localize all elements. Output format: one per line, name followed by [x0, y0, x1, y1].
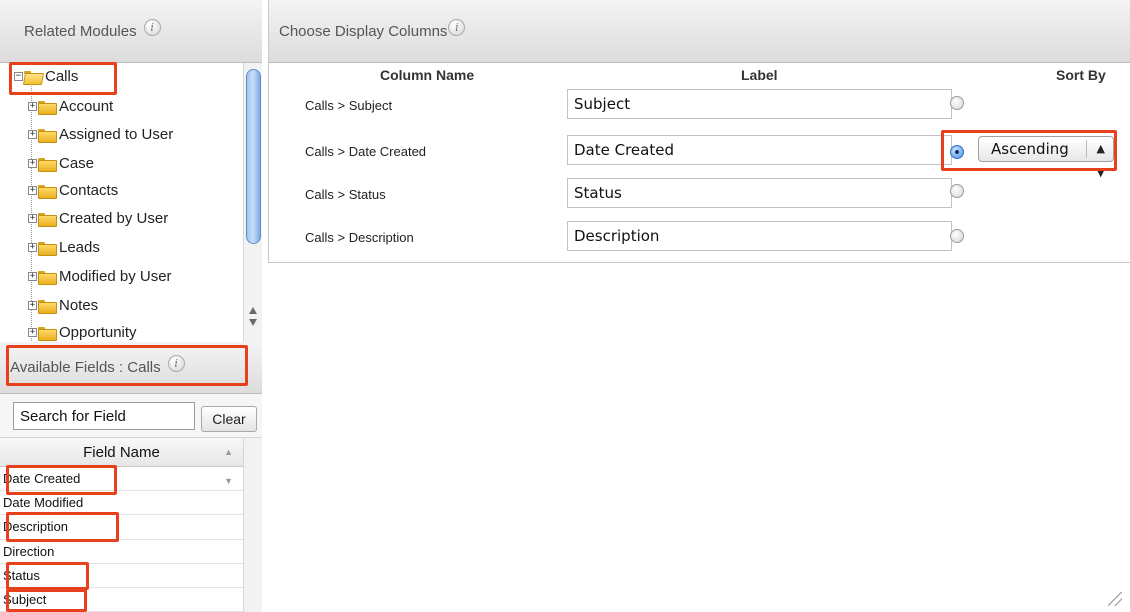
tree-item-case[interactable]: + Case: [28, 155, 94, 172]
sort-radio-description[interactable]: [950, 229, 964, 243]
clear-button[interactable]: Clear: [201, 406, 257, 432]
display-columns-title: Choose Display Columns: [279, 22, 448, 40]
expand-plus-icon[interactable]: +: [28, 102, 37, 111]
field-row-subject[interactable]: Subject: [0, 588, 243, 612]
tree-item-label: Assigned to User: [59, 126, 174, 143]
field-row-date-created[interactable]: Date Created: [0, 467, 243, 492]
tree-scrollbar[interactable]: [243, 63, 262, 342]
folder-icon: [38, 241, 57, 256]
info-icon[interactable]: i: [167, 355, 185, 372]
expand-plus-icon[interactable]: +: [28, 130, 37, 139]
folder-icon: [38, 128, 57, 143]
expand-plus-icon[interactable]: +: [28, 214, 37, 223]
available-fields-list: Field Name ▲ ▼ Date Created Date Modified…: [0, 438, 243, 612]
tree-item-label: Contacts: [59, 182, 119, 199]
sort-order-select[interactable]: Ascending ▲ ▼: [978, 136, 1114, 179]
right-pane: Choose Display Columns i Column Name Lab…: [263, 0, 1130, 612]
tree-item-account[interactable]: + Account: [28, 98, 113, 115]
select-arrows-icon: ▲ ▼: [1096, 142, 1105, 179]
fields-scrollbar[interactable]: [243, 438, 262, 612]
scroll-down-arrow-icon[interactable]: [249, 319, 257, 326]
available-fields-title: Available Fields : Calls: [10, 359, 161, 376]
expand-plus-icon[interactable]: +: [28, 301, 37, 310]
field-name-header-label: Field Name: [83, 444, 160, 461]
tree-item-created-by-user[interactable]: + Created by User: [28, 210, 168, 227]
folder-icon: [38, 184, 57, 199]
expand-plus-icon[interactable]: +: [28, 272, 37, 281]
expand-plus-icon[interactable]: +: [28, 243, 37, 252]
related-modules-header: Related Modules i: [0, 0, 262, 63]
tree-scrollbar-thumb[interactable]: [246, 69, 261, 244]
field-search-input[interactable]: [13, 402, 195, 430]
scroll-up-arrow-icon[interactable]: [249, 307, 257, 314]
column-row-name: Calls > Subject: [305, 98, 393, 113]
field-row-direction[interactable]: Direction: [0, 540, 243, 564]
tree-item-label: Opportunity: [59, 324, 137, 341]
field-name-column-header[interactable]: Field Name ▲ ▼: [0, 438, 243, 486]
sort-order-value: Ascending: [991, 140, 1069, 158]
field-search-bar: Clear: [0, 394, 262, 438]
sort-radio-date-created[interactable]: [950, 145, 964, 159]
tree-item-label: Modified by User: [59, 268, 172, 285]
column-label-input-subject[interactable]: [567, 89, 952, 119]
info-icon[interactable]: i: [448, 18, 466, 36]
column-row-name: Calls > Description: [305, 230, 414, 245]
tree-item-label: Notes: [59, 297, 99, 314]
sort-by-header: Sort By: [1056, 67, 1106, 83]
field-row-description[interactable]: Description: [0, 515, 243, 540]
info-icon[interactable]: i: [143, 18, 161, 36]
folder-icon: [38, 100, 57, 115]
tree-item-assigned-to-user[interactable]: + Assigned to User: [28, 126, 173, 143]
folder-icon: [38, 326, 57, 341]
tree-item-notes[interactable]: + Notes: [28, 297, 98, 314]
collapse-minus-icon[interactable]: −: [14, 72, 23, 81]
folder-open-icon: [24, 70, 41, 83]
expand-plus-icon[interactable]: +: [28, 186, 37, 195]
module-tree: − Calls + Account + Assigned to User + C…: [0, 63, 262, 342]
column-row-name: Calls > Date Created: [305, 144, 427, 159]
tree-item-label: Leads: [59, 239, 100, 256]
display-columns-table: Column Name Label Sort By Calls > Subjec…: [268, 63, 1130, 263]
label-header: Label: [741, 67, 778, 83]
field-row-status[interactable]: Status: [0, 564, 243, 588]
column-label-input-description[interactable]: [567, 221, 952, 251]
select-divider: [1086, 140, 1087, 158]
expand-plus-icon[interactable]: +: [28, 159, 37, 168]
folder-icon: [38, 299, 57, 314]
column-label-input-date-created[interactable]: [567, 135, 952, 165]
field-row-date-modified[interactable]: Date Modified: [0, 491, 243, 516]
available-fields-header: Available Fields : Calls i: [0, 342, 262, 394]
tree-item-modified-by-user[interactable]: + Modified by User: [28, 268, 172, 285]
folder-icon: [38, 157, 57, 172]
expand-plus-icon[interactable]: +: [28, 328, 37, 337]
tree-item-label: Case: [59, 155, 95, 172]
sort-arrows-icon[interactable]: ▲ ▼: [224, 438, 233, 496]
tree-root-label: Calls: [45, 68, 79, 85]
sort-radio-subject[interactable]: [950, 96, 964, 110]
tree-item-leads[interactable]: + Leads: [28, 239, 100, 256]
tree-item-opportunity[interactable]: + Opportunity: [28, 324, 137, 341]
display-columns-header: Choose Display Columns i: [268, 0, 1130, 63]
column-name-header: Column Name: [380, 67, 475, 83]
tree-root-calls[interactable]: − Calls: [14, 68, 78, 85]
left-pane: Related Modules i − Calls + Account + As…: [0, 0, 262, 612]
folder-icon: [38, 212, 57, 227]
tree-item-contacts[interactable]: + Contacts: [28, 182, 118, 199]
sort-radio-status[interactable]: [950, 184, 964, 198]
tree-item-label: Created by User: [59, 210, 169, 227]
related-modules-title: Related Modules: [24, 22, 137, 40]
resize-grip-icon[interactable]: [1108, 592, 1122, 606]
tree-item-label: Account: [59, 98, 114, 115]
column-label-input-status[interactable]: [567, 178, 952, 208]
column-row-name: Calls > Status: [305, 187, 386, 202]
folder-icon: [38, 270, 57, 285]
